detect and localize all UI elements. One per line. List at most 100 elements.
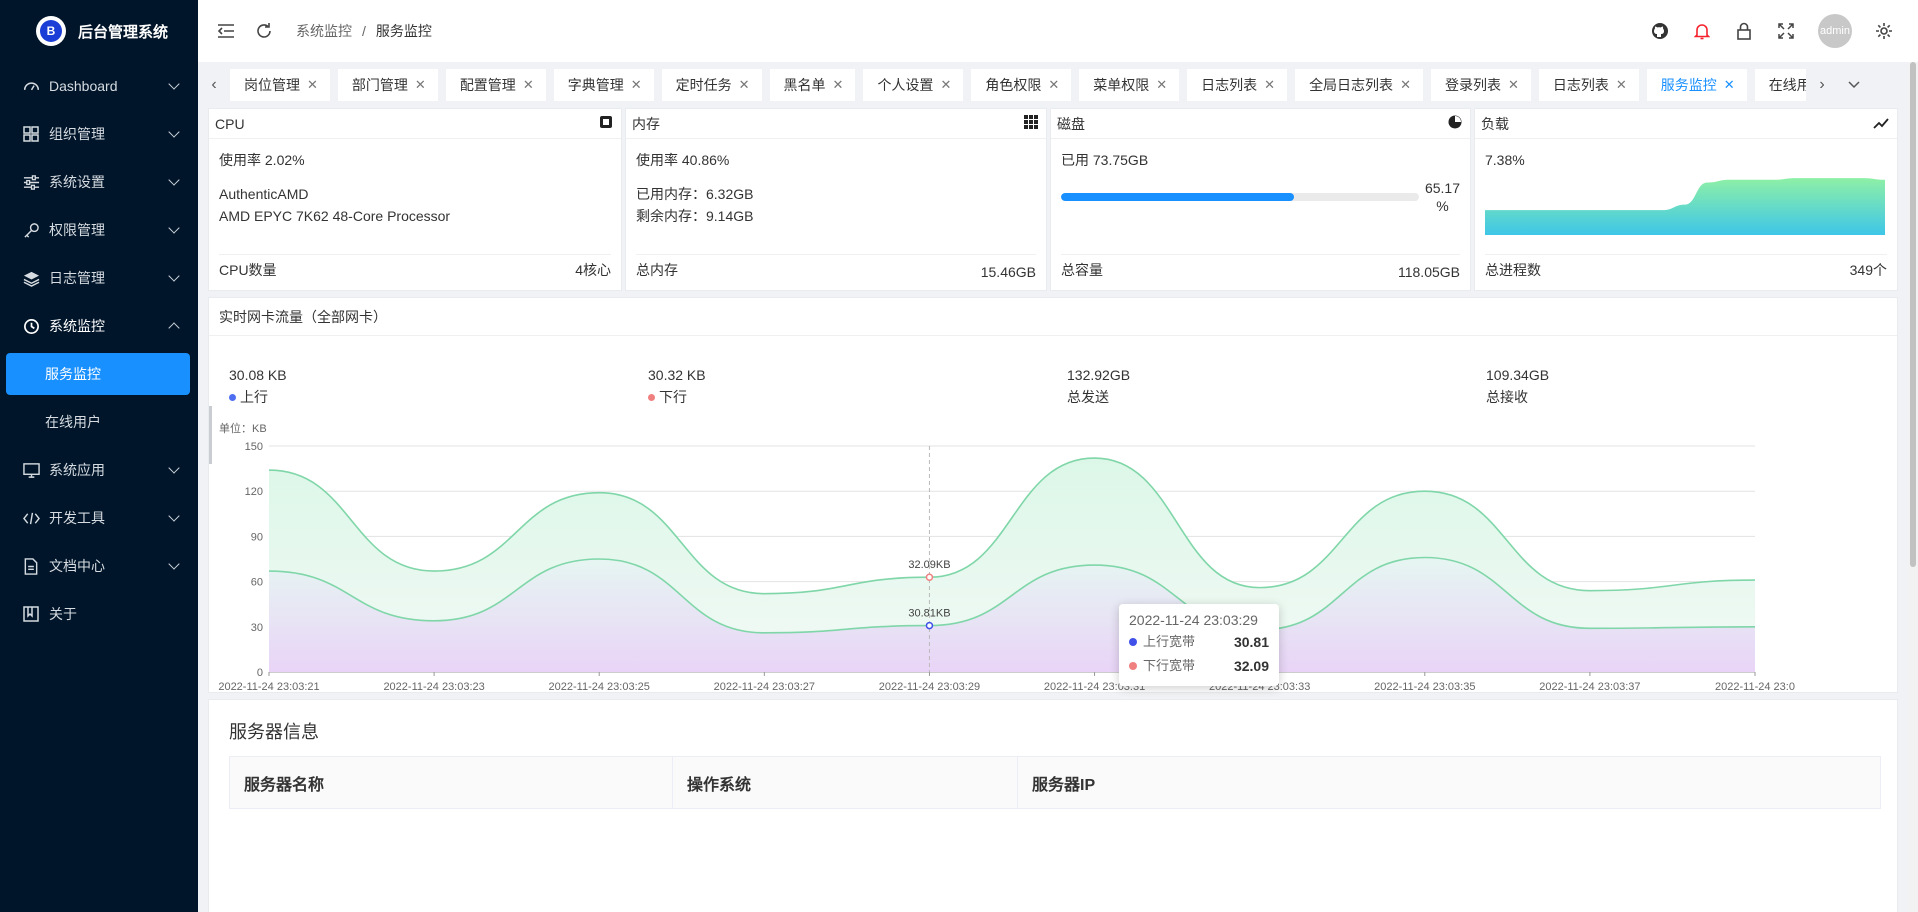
x-tick-label: 2022-11-24 23:0 bbox=[1715, 681, 1795, 690]
page-scrollbar[interactable] bbox=[1908, 62, 1918, 912]
avatar[interactable]: admin bbox=[1818, 14, 1852, 48]
tab-scroll-right-icon[interactable]: › bbox=[1806, 70, 1838, 100]
download-highlight-point bbox=[925, 573, 934, 581]
y-tick-label: 90 bbox=[251, 531, 263, 543]
header-actions: admin bbox=[1650, 0, 1894, 62]
sidebar-subitem-service-monitor[interactable]: 服务监控 bbox=[6, 353, 190, 395]
grid-icon bbox=[22, 125, 40, 143]
card-title: 磁盘 bbox=[1057, 115, 1085, 132]
close-icon[interactable]: ✕ bbox=[307, 77, 318, 93]
chart-tooltip: 2022-11-24 23:03:29 上行宽带 30.81 下行宽带 32.09 bbox=[1119, 604, 1279, 686]
layers-icon bbox=[22, 269, 40, 287]
tab-scroll-left-icon[interactable]: ‹ bbox=[198, 70, 230, 100]
memory-card: 内存 使用率 40.86% 已用内存：6.32GB 剩余内存：9.14GB 总内… bbox=[625, 108, 1047, 291]
sidebar-item-dashboard[interactable]: Dashboard bbox=[0, 62, 198, 110]
clock-icon bbox=[22, 317, 40, 335]
chevron-down-icon bbox=[168, 126, 180, 138]
close-icon[interactable]: ✕ bbox=[1048, 77, 1059, 93]
server-info-table: 服务器名称 操作系统 服务器IP bbox=[229, 756, 1881, 809]
card-title: CPU bbox=[215, 115, 245, 132]
upload-point-label: 30.81KB bbox=[908, 608, 950, 620]
close-icon[interactable]: ✕ bbox=[1724, 77, 1735, 93]
sidebar-item-devtools[interactable]: 开发工具 bbox=[0, 494, 198, 542]
sidebar-item-org[interactable]: 组织管理 bbox=[0, 110, 198, 158]
tab-global-log-list[interactable]: 全局日志列表 ✕ bbox=[1295, 68, 1423, 101]
tab-post[interactable]: 岗位管理 ✕ bbox=[230, 68, 330, 101]
sidebar-item-permission[interactable]: 权限管理 bbox=[0, 206, 198, 254]
tab-blacklist[interactable]: 黑名单 ✕ bbox=[769, 68, 856, 101]
server-info-card: 服务器信息 服务器名称 操作系统 服务器IP bbox=[208, 699, 1898, 912]
sidebar-subitem-online-users[interactable]: 在线用户 bbox=[0, 398, 198, 446]
y-axis-label: 单位：KB bbox=[219, 421, 267, 435]
y-tick-label: 0 bbox=[257, 667, 263, 679]
tab-online-users[interactable]: 在线用户 bbox=[1754, 68, 1806, 101]
sidebar-item-docs[interactable]: 文档中心 bbox=[0, 542, 198, 590]
gear-icon[interactable] bbox=[1874, 21, 1894, 41]
github-icon[interactable] bbox=[1650, 21, 1670, 41]
menu-fold-icon[interactable] bbox=[216, 21, 236, 41]
network-stats: 30.08 KB 上行 30.32 KB 下行 132.92GB 总发送 109.34… bbox=[229, 364, 1918, 408]
card-title: 负载 bbox=[1481, 115, 1509, 132]
chevron-down-icon bbox=[168, 222, 180, 234]
process-count-value: 349个 bbox=[1849, 262, 1887, 278]
tab-log-list-2[interactable]: 日志列表 ✕ bbox=[1538, 68, 1639, 101]
sidebar-item-logs[interactable]: 日志管理 bbox=[0, 254, 198, 302]
fullscreen-icon[interactable] bbox=[1776, 21, 1796, 41]
lock-icon[interactable] bbox=[1734, 21, 1754, 41]
tab-dict[interactable]: 字典管理 ✕ bbox=[553, 68, 654, 101]
close-icon[interactable]: ✕ bbox=[415, 77, 426, 93]
download-point-label: 32.09KB bbox=[908, 559, 950, 571]
chevron-down-icon bbox=[168, 462, 180, 474]
x-tick-label: 2022-11-24 23:03:23 bbox=[383, 681, 484, 690]
close-icon[interactable]: ✕ bbox=[833, 77, 844, 93]
tab-menu-perm[interactable]: 菜单权限 ✕ bbox=[1079, 68, 1180, 101]
sidebar-item-monitor[interactable]: 系统监控 bbox=[0, 302, 198, 350]
close-icon[interactable]: ✕ bbox=[1264, 77, 1275, 93]
key-icon bbox=[22, 221, 40, 239]
close-icon[interactable]: ✕ bbox=[1400, 77, 1411, 93]
bell-icon[interactable] bbox=[1692, 21, 1712, 41]
tab-service-monitor[interactable]: 服务监控 ✕ bbox=[1646, 68, 1747, 101]
book-icon bbox=[22, 605, 40, 623]
tab-role-perm[interactable]: 角色权限 ✕ bbox=[971, 68, 1072, 101]
sliders-icon bbox=[22, 173, 40, 191]
disk-percent: 65.17% bbox=[1424, 180, 1460, 214]
tab-dept[interactable]: 部门管理 ✕ bbox=[337, 68, 438, 101]
chevron-down-icon bbox=[168, 510, 180, 522]
sidebar-item-apps[interactable]: 系统应用 bbox=[0, 446, 198, 494]
download-label: 下行 bbox=[659, 389, 687, 405]
column-header: 操作系统 bbox=[672, 756, 1018, 809]
close-icon[interactable]: ✕ bbox=[1508, 77, 1519, 93]
sidebar-item-settings[interactable]: 系统设置 bbox=[0, 158, 198, 206]
tab-dropdown-icon[interactable] bbox=[1838, 70, 1870, 100]
sidebar-item-about[interactable]: 关于 bbox=[0, 590, 198, 638]
close-icon[interactable]: ✕ bbox=[1616, 77, 1627, 93]
refresh-icon[interactable] bbox=[254, 21, 274, 41]
app-logo[interactable]: B 后台管理系统 bbox=[0, 0, 198, 62]
close-icon[interactable]: ✕ bbox=[1156, 77, 1167, 93]
close-icon[interactable]: ✕ bbox=[940, 77, 951, 93]
breadcrumb-item[interactable]: 系统监控 bbox=[296, 21, 352, 41]
close-icon[interactable]: ✕ bbox=[523, 77, 534, 93]
x-tick-label: 2022-11-24 23:03:29 bbox=[879, 681, 980, 690]
memory-total-label: 总内存 bbox=[636, 262, 678, 278]
main-content: CPU 使用率 2.02% AuthenticAMD AMD EPYC 7K62… bbox=[198, 107, 1908, 912]
scrollbar-thumb[interactable] bbox=[1910, 62, 1916, 567]
tab-list: 岗位管理 ✕ 部门管理 ✕ 配置管理 ✕ 字典管理 ✕ 定时任务 ✕ 黑名单 ✕ 个人设置 ✕… bbox=[230, 68, 1806, 101]
tab-bar: ‹ 岗位管理 ✕ 部门管理 ✕ 配置管理 ✕ 字典管理 ✕ 定时任务 ✕ 黑名单 ✕ 个人设… bbox=[198, 62, 1918, 107]
x-tick-label: 2022-11-24 23:03:21 bbox=[218, 681, 319, 690]
chevron-down-icon bbox=[168, 174, 180, 186]
cpu-chip-icon bbox=[599, 115, 613, 132]
tab-jobs[interactable]: 定时任务 ✕ bbox=[661, 68, 762, 101]
close-icon[interactable]: ✕ bbox=[739, 77, 750, 93]
download-legend-dot bbox=[648, 393, 655, 401]
network-chart[interactable]: 单位：KB 0 30 60 90 120 150 2022-11-24 23:03:21 202… bbox=[209, 420, 1889, 690]
tab-log-list[interactable]: 日志列表 ✕ bbox=[1187, 68, 1288, 101]
total-sent-label: 总发送 bbox=[1067, 389, 1109, 405]
tab-config[interactable]: 配置管理 ✕ bbox=[445, 68, 546, 101]
tab-profile[interactable]: 个人设置 ✕ bbox=[863, 68, 964, 101]
cpu-model: AMD EPYC 7K62 48-Core Processor bbox=[219, 208, 451, 224]
total-received: 109.34GB bbox=[1486, 367, 1550, 383]
tab-login-list[interactable]: 登录列表 ✕ bbox=[1430, 68, 1531, 101]
close-icon[interactable]: ✕ bbox=[631, 77, 642, 93]
